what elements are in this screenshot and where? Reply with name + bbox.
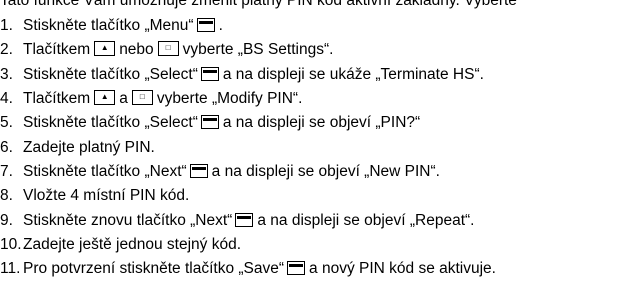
step-text: Stiskněte tlačítko „Next“: [23, 162, 187, 180]
step-text: Stiskněte tlačítko „Menu“: [23, 17, 194, 35]
step-item: 8. Vložte 4 místní PIN kód.: [0, 184, 628, 208]
step-item: 3. Stiskněte tlačítko „Select“ a na disp…: [0, 63, 628, 87]
nav-down-icon: □: [131, 89, 153, 105]
nav-up-icon: ▲: [94, 40, 116, 56]
step-item: 5. Stiskněte tlačítko „Select“ a na disp…: [0, 111, 628, 135]
step-number: 6.: [0, 138, 13, 156]
step-text: Stiskněte tlačítko „Select“: [23, 65, 198, 83]
step-text: Vložte 4 místní PIN kód.: [23, 187, 190, 205]
step-number: 11.: [0, 260, 21, 278]
step-text: vyberte „Modify PIN“.: [156, 90, 303, 108]
step-item: 6. Zadejte platný PIN.: [0, 135, 628, 159]
step-text: a na displeji se ukáže „Terminate HS“.: [222, 65, 484, 83]
step-number: 2.: [0, 41, 13, 59]
step-text: a na displeji se objeví „Repeat“.: [257, 211, 475, 229]
step-number: 9.: [0, 211, 13, 229]
step-number: 3.: [0, 65, 13, 83]
step-item: 1. Stiskněte tlačítko „Menu“ .: [0, 14, 628, 38]
softkey-icon: [200, 115, 219, 130]
step-text: Stiskněte znovu tlačítko „Next“: [23, 211, 233, 229]
step-text: Tlačítkem: [23, 90, 91, 108]
step-number: 4.: [0, 90, 13, 108]
step-text: nebo: [119, 41, 154, 59]
softkey-icon: [189, 163, 208, 178]
softkey-icon: [196, 18, 215, 33]
step-text: Stiskněte tlačítko „Select“: [23, 114, 198, 132]
step-number: 1.: [0, 17, 13, 35]
step-number: 10.: [0, 235, 22, 253]
step-text: Zadejte ještě jednou stejný kód.: [23, 235, 241, 253]
step-text: a nový PIN kód se aktivuje.: [309, 260, 496, 278]
step-text: Zadejte platný PIN.: [23, 138, 155, 156]
step-text: a na displeji se objeví „PIN?“: [222, 114, 421, 132]
softkey-icon: [235, 212, 254, 227]
step-text: .: [218, 17, 223, 35]
step-text: Pro potvrzení stiskněte tlačítko „Save“: [23, 260, 285, 278]
step-item: 9. Stiskněte znovu tlačítko „Next“ a na …: [0, 208, 628, 232]
nav-up-icon: ▲: [94, 89, 116, 105]
step-item: 10. Zadejte ještě jednou stejný kód.: [0, 233, 628, 257]
step-item: 7. Stiskněte tlačítko „Next“ a na disple…: [0, 160, 628, 184]
step-text: vyberte „BS Settings“.: [182, 41, 334, 59]
step-number: 5.: [0, 114, 13, 132]
step-number: 7.: [0, 162, 13, 180]
step-text: Tlačítkem: [23, 41, 91, 59]
nav-down-icon: □: [157, 40, 179, 56]
step-item: 4. Tlačítkem ▲ a □ vyberte „Modify PIN“.: [0, 87, 628, 111]
step-text: a: [119, 90, 128, 108]
softkey-icon: [287, 261, 306, 276]
step-number: 8.: [0, 187, 13, 205]
instruction-steps-list: 1. Stiskněte tlačítko „Menu“ . 2. Tlačít…: [0, 14, 628, 281]
step-text: a na displeji se objeví „New PIN“.: [211, 162, 440, 180]
softkey-icon: [200, 66, 219, 81]
intro-text-cut-off: Tato funkce Vám umožňuje změnit platný P…: [0, 0, 517, 9]
step-item: 2. Tlačítkem ▲ nebo □ vyberte „BS Settin…: [0, 38, 628, 62]
step-item: 11. Pro potvrzení stiskněte tlačítko „Sa…: [0, 257, 628, 281]
